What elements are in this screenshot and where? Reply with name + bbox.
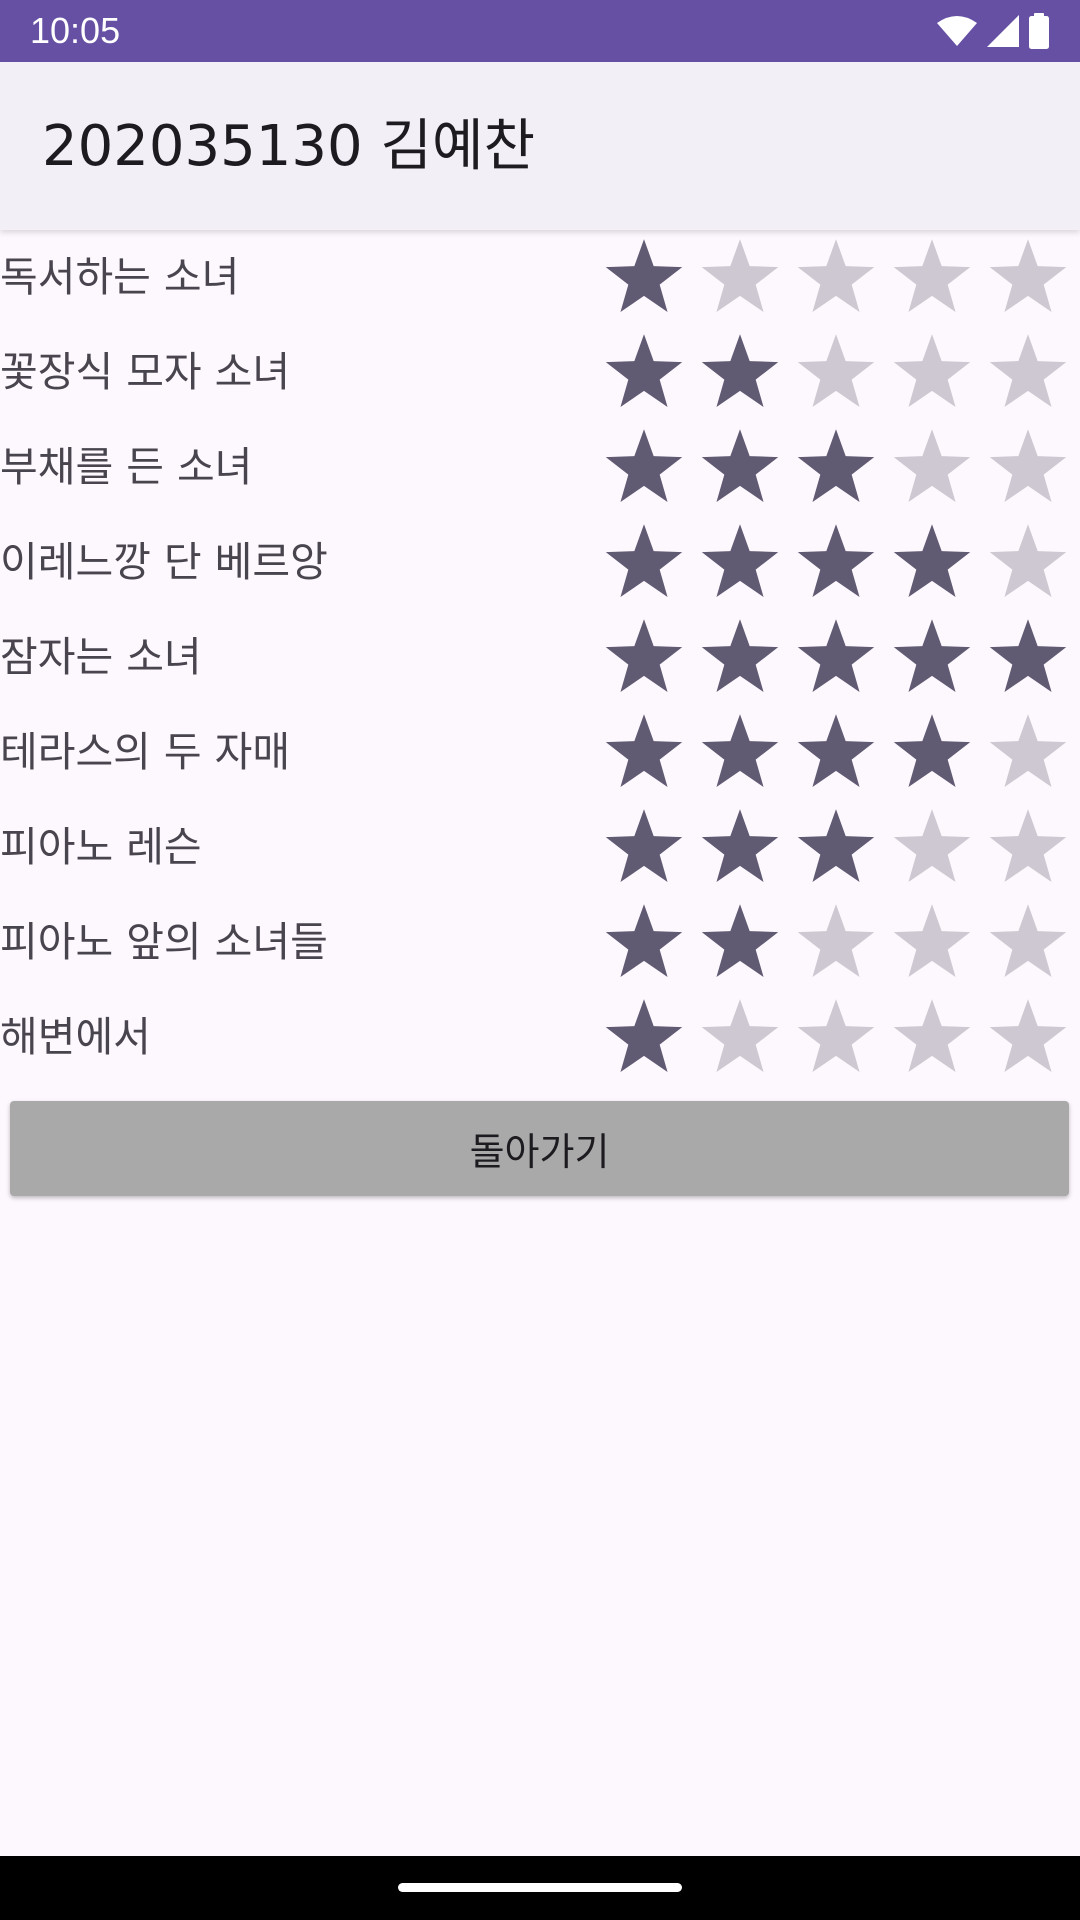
rating-bar[interactable] <box>603 996 1069 1078</box>
star-filled-icon[interactable] <box>987 616 1069 698</box>
star-filled-icon[interactable] <box>795 616 877 698</box>
rating-row: 피아노 앞의 소녀들 <box>0 899 1080 994</box>
home-gesture-handle[interactable] <box>398 1883 682 1892</box>
star-empty-icon[interactable] <box>987 806 1069 888</box>
rating-bar[interactable] <box>603 616 1069 698</box>
rating-row: 잠자는 소녀 <box>0 614 1080 709</box>
artwork-title: 잠자는 소녀 <box>0 633 202 681</box>
rating-row: 피아노 레슨 <box>0 804 1080 899</box>
star-empty-icon[interactable] <box>699 236 781 318</box>
signal-icon <box>987 15 1019 47</box>
star-filled-icon[interactable] <box>891 521 973 603</box>
star-filled-icon[interactable] <box>603 331 685 413</box>
star-filled-icon[interactable] <box>891 616 973 698</box>
star-empty-icon[interactable] <box>891 901 973 983</box>
artwork-title: 테라스의 두 자매 <box>0 728 291 776</box>
battery-icon <box>1029 13 1049 49</box>
star-empty-icon[interactable] <box>699 996 781 1078</box>
star-empty-icon[interactable] <box>987 331 1069 413</box>
rating-row: 테라스의 두 자매 <box>0 709 1080 804</box>
artwork-title: 꽃장식 모자 소녀 <box>0 348 291 396</box>
star-filled-icon[interactable] <box>699 901 781 983</box>
star-filled-icon[interactable] <box>795 426 877 508</box>
star-filled-icon[interactable] <box>603 711 685 793</box>
rating-row: 이레느깡 단 베르앙 <box>0 519 1080 614</box>
star-empty-icon[interactable] <box>987 426 1069 508</box>
star-empty-icon[interactable] <box>987 996 1069 1078</box>
rating-bar[interactable] <box>603 236 1069 318</box>
artwork-title: 부채를 든 소녀 <box>0 443 253 491</box>
star-empty-icon[interactable] <box>795 996 877 1078</box>
rating-bar[interactable] <box>603 521 1069 603</box>
status-time: 10:05 <box>30 10 121 51</box>
star-filled-icon[interactable] <box>699 426 781 508</box>
star-empty-icon[interactable] <box>891 236 973 318</box>
star-filled-icon[interactable] <box>891 711 973 793</box>
star-filled-icon[interactable] <box>795 521 877 603</box>
star-filled-icon[interactable] <box>603 901 685 983</box>
artwork-title: 해변에서 <box>0 1013 151 1061</box>
back-button[interactable]: 돌아가기 <box>10 1101 1069 1196</box>
star-filled-icon[interactable] <box>603 426 685 508</box>
star-empty-icon[interactable] <box>795 901 877 983</box>
star-empty-icon[interactable] <box>891 426 973 508</box>
rating-bar[interactable] <box>603 806 1069 888</box>
star-empty-icon[interactable] <box>891 996 973 1078</box>
star-empty-icon[interactable] <box>795 331 877 413</box>
star-empty-icon[interactable] <box>987 901 1069 983</box>
rating-list: 독서하는 소녀꽃장식 모자 소녀부채를 든 소녀이레느깡 단 베르앙잠자는 소녀… <box>0 234 1080 1089</box>
rating-row: 꽃장식 모자 소녀 <box>0 329 1080 424</box>
status-icons <box>936 12 1050 50</box>
star-empty-icon[interactable] <box>987 711 1069 793</box>
status-bar: 10:05 <box>0 0 1080 62</box>
rating-row: 부채를 든 소녀 <box>0 424 1080 519</box>
star-empty-icon[interactable] <box>987 521 1069 603</box>
artwork-title: 피아노 앞의 소녀들 <box>0 918 328 966</box>
rating-bar[interactable] <box>603 711 1069 793</box>
artwork-title: 독서하는 소녀 <box>0 253 240 301</box>
star-empty-icon[interactable] <box>891 331 973 413</box>
rating-bar[interactable] <box>603 426 1069 508</box>
artwork-title: 피아노 레슨 <box>0 823 202 871</box>
wifi-icon <box>937 16 977 46</box>
app-bar: 202035130 김예찬 <box>0 62 1080 230</box>
artwork-title: 이레느깡 단 베르앙 <box>0 538 328 586</box>
navigation-bar <box>0 1856 1080 1920</box>
page-title: 202035130 김예찬 <box>42 114 536 179</box>
star-filled-icon[interactable] <box>699 806 781 888</box>
star-empty-icon[interactable] <box>795 236 877 318</box>
star-filled-icon[interactable] <box>603 806 685 888</box>
star-filled-icon[interactable] <box>603 996 685 1078</box>
star-filled-icon[interactable] <box>603 521 685 603</box>
rating-row: 독서하는 소녀 <box>0 234 1080 329</box>
star-filled-icon[interactable] <box>699 521 781 603</box>
rating-bar[interactable] <box>603 331 1069 413</box>
rating-bar[interactable] <box>603 901 1069 983</box>
star-empty-icon[interactable] <box>891 806 973 888</box>
star-filled-icon[interactable] <box>699 711 781 793</box>
star-filled-icon[interactable] <box>795 711 877 793</box>
star-filled-icon[interactable] <box>603 616 685 698</box>
star-filled-icon[interactable] <box>795 806 877 888</box>
star-empty-icon[interactable] <box>987 236 1069 318</box>
star-filled-icon[interactable] <box>699 331 781 413</box>
star-filled-icon[interactable] <box>699 616 781 698</box>
rating-row: 해변에서 <box>0 994 1080 1089</box>
star-filled-icon[interactable] <box>603 236 685 318</box>
